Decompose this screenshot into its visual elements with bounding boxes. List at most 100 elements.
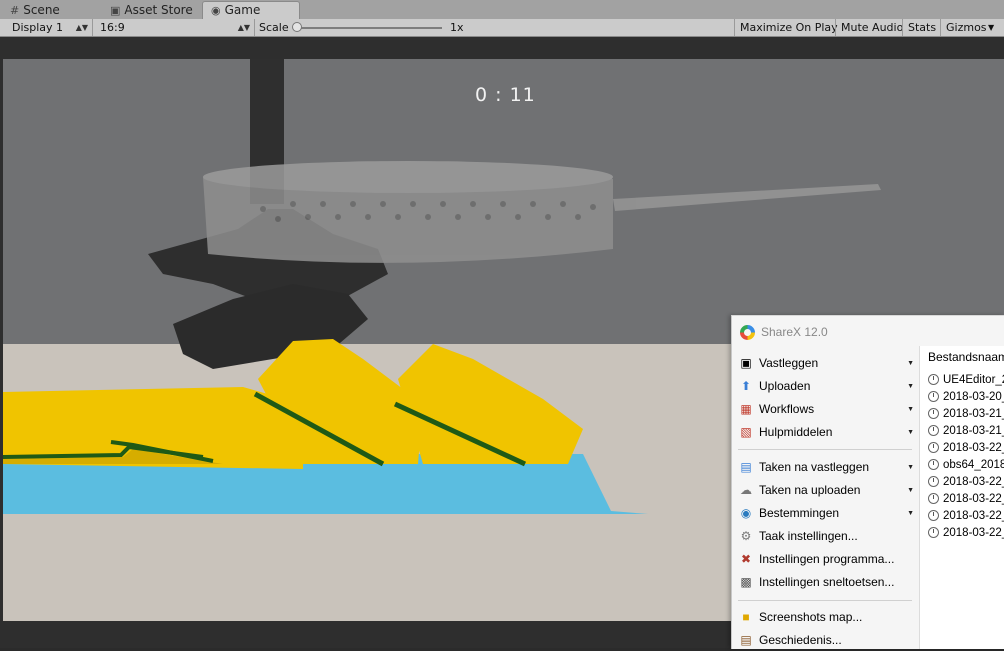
list-item[interactable]: 2018-03-21_: [928, 405, 1004, 422]
list-item[interactable]: 2018-03-20_: [928, 388, 1004, 405]
list-item[interactable]: 2018-03-21_: [928, 422, 1004, 439]
submenu-arrow-icon: ▼: [907, 463, 914, 471]
list-item[interactable]: obs64_2018-: [928, 456, 1004, 473]
display-dropdown-value: Display 1: [12, 21, 64, 34]
globe-icon: ◉: [740, 506, 752, 520]
dropdown-arrows-icon: ▲▼: [237, 23, 250, 32]
menu-item-taak-instellingen[interactable]: ⚙ Taak instellingen...: [738, 525, 914, 547]
file-name: 2018-03-22_: [943, 509, 1004, 522]
mute-audio-button[interactable]: Mute Audio: [835, 19, 908, 36]
grid-tiles-icon: ▦: [740, 402, 752, 416]
gear-icon: ⚙: [740, 529, 752, 543]
submenu-arrow-icon: ▼: [907, 428, 914, 436]
aspect-dropdown-value: 16:9: [100, 21, 125, 34]
maximize-on-play-button[interactable]: Maximize On Play: [734, 19, 843, 36]
wrench-icon: ✖: [740, 552, 752, 566]
file-name: 2018-03-21_: [943, 424, 1004, 437]
tab-game-label: Game: [224, 3, 261, 17]
menu-item-label: Uploaden: [759, 379, 811, 393]
menu-item-label: Taken na vastleggen: [759, 460, 870, 474]
grid-icon: #: [10, 4, 20, 17]
menu-item-workflows[interactable]: ▦ Workflows ▼: [738, 398, 914, 420]
menu-item-taken-na-uploaden[interactable]: ☁ Taken na uploaden ▼: [738, 479, 914, 501]
menu-item-vastleggen[interactable]: ▣ Vastleggen ▼: [738, 352, 914, 374]
sharex-title: ShareX 12.0: [761, 325, 828, 339]
menu-separator: [738, 449, 912, 450]
menu-item-label: Taken na uploaden: [759, 483, 861, 497]
display-dropdown[interactable]: Display 1 ▲▼: [6, 19, 93, 36]
game-toolbar: Display 1 ▲▼ 16:9 ▲▼ Scale 1x Maximize O…: [0, 19, 1004, 37]
editor-tab-bar: # Scene ▣ Asset Store ◉ Game: [0, 0, 1004, 19]
upload-arrow-icon: ⬆: [740, 379, 752, 393]
submenu-arrow-icon: ▼: [907, 382, 914, 390]
list-item[interactable]: 2018-03-22_: [928, 507, 1004, 524]
menu-item-hulpmiddelen[interactable]: ▧ Hulpmiddelen ▼: [738, 421, 914, 443]
dropdown-arrows-icon: ▲▼: [75, 23, 88, 32]
stats-button[interactable]: Stats: [902, 19, 941, 36]
list-item[interactable]: UE4Editor_20: [928, 371, 1004, 388]
clock-icon: [928, 493, 939, 504]
tab-scene-label: Scene: [23, 3, 60, 17]
clock-icon: [928, 476, 939, 487]
keyboard-icon: ▩: [740, 575, 752, 589]
menu-item-instellingen-sneltoetsen[interactable]: ▩ Instellingen sneltoetsen...: [738, 571, 914, 593]
screen-task-icon: ▤: [740, 460, 752, 474]
tab-asset-store-label: Asset Store: [124, 3, 193, 17]
list-item[interactable]: 2018-03-22_: [928, 490, 1004, 507]
menu-item-screenshots-map[interactable]: ■ Screenshots map...: [738, 606, 914, 628]
file-name: 2018-03-22_: [943, 441, 1004, 454]
scale-value: 1x: [450, 21, 464, 34]
menu-item-uploaden[interactable]: ⬆ Uploaden ▼: [738, 375, 914, 397]
file-name: 2018-03-21_: [943, 407, 1004, 420]
menu-item-label: Instellingen sneltoetsen...: [759, 575, 895, 589]
file-name: 2018-03-22_: [943, 475, 1004, 488]
menu-item-label: Geschiedenis...: [759, 633, 842, 647]
clock-icon: [928, 391, 939, 402]
store-icon: ▣: [110, 4, 121, 17]
tab-asset-store[interactable]: ▣ Asset Store: [110, 2, 193, 19]
menu-item-bestemmingen[interactable]: ◉ Bestemmingen ▼: [738, 502, 914, 524]
clock-icon: [928, 425, 939, 436]
game-timer: 0 : 11: [475, 84, 536, 106]
file-name: 2018-03-22_: [943, 492, 1004, 505]
menu-item-label: Screenshots map...: [759, 610, 863, 624]
submenu-arrow-icon: ▼: [907, 509, 914, 517]
menu-item-taken-na-vastleggen[interactable]: ▤ Taken na vastleggen ▼: [738, 456, 914, 478]
clock-icon: [928, 527, 939, 538]
list-item[interactable]: 2018-03-22_: [928, 524, 1004, 541]
recent-files-list: Bestandsnaam UE4Editor_20 2018-03-20_ 20…: [919, 346, 1004, 649]
gizmos-dropdown-arrow-icon[interactable]: ▼: [988, 19, 994, 36]
game-controller-icon: ◉: [211, 4, 221, 17]
sharex-title-bar: ShareX 12.0: [740, 322, 828, 342]
list-item[interactable]: 2018-03-22_: [928, 473, 1004, 490]
file-name: obs64_2018-: [943, 458, 1004, 471]
menu-item-label: Taak instellingen...: [759, 529, 858, 543]
scale-label: Scale: [259, 21, 289, 34]
file-name: UE4Editor_20: [943, 373, 1004, 386]
clock-icon: [928, 408, 939, 419]
clock-icon: [928, 374, 939, 385]
file-name: 2018-03-20_: [943, 390, 1004, 403]
menu-item-label: Vastleggen: [759, 356, 819, 370]
folder-icon: ■: [742, 610, 750, 624]
aspect-dropdown[interactable]: 16:9 ▲▼: [94, 19, 255, 36]
scale-slider-handle[interactable]: [292, 22, 302, 32]
tab-game[interactable]: ◉ Game: [202, 1, 300, 19]
clock-icon: [928, 442, 939, 453]
menu-item-label: Workflows: [759, 402, 815, 416]
toolbox-icon: ▧: [740, 425, 752, 439]
history-icon: ▤: [740, 633, 752, 647]
tab-scene[interactable]: # Scene: [10, 2, 60, 19]
file-list-header: Bestandsnaam: [928, 350, 1004, 364]
file-name: 2018-03-22_: [943, 526, 1004, 539]
scale-slider-track[interactable]: [300, 27, 442, 29]
menu-item-label: Bestemmingen: [759, 506, 840, 520]
menu-item-label: Instellingen programma...: [759, 552, 895, 566]
gizmos-button[interactable]: Gizmos: [940, 19, 992, 36]
list-item[interactable]: 2018-03-22_: [928, 439, 1004, 456]
sharex-logo-icon: [740, 324, 755, 340]
menu-item-instellingen-programma[interactable]: ✖ Instellingen programma...: [738, 548, 914, 570]
submenu-arrow-icon: ▼: [907, 486, 914, 494]
cloud-icon: ☁: [740, 483, 752, 497]
clock-icon: [928, 510, 939, 521]
